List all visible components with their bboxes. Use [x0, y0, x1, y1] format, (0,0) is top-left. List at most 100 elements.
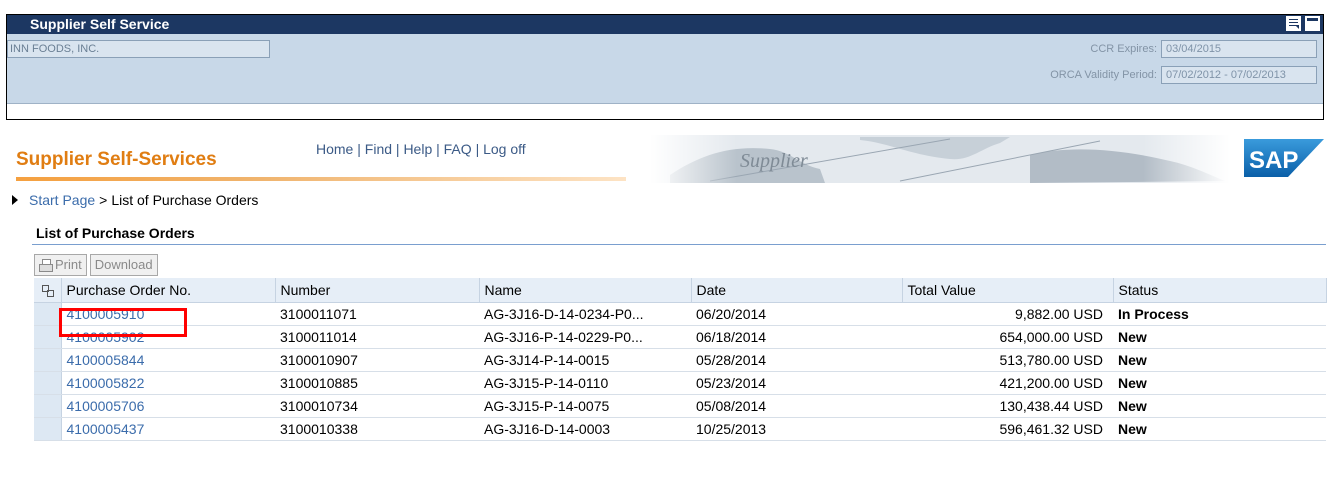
- breadcrumb-separator: >: [99, 192, 108, 208]
- breadcrumb: Start Page > List of Purchase Orders: [12, 192, 258, 208]
- frame-title-bar: Supplier Self Service: [7, 15, 1323, 34]
- name-cell: AG-3J15-P-14-0110: [479, 371, 691, 395]
- po-cell: 4100005706: [61, 394, 275, 418]
- minimize-icon[interactable]: [1305, 16, 1320, 31]
- row-selector[interactable]: [34, 325, 62, 349]
- purchase-orders-table: Purchase Order No. Number Name Date Tota…: [34, 278, 1327, 441]
- header-status[interactable]: Status: [1113, 278, 1327, 303]
- print-label: Print: [55, 257, 82, 272]
- name-cell: AG-3J15-P-14-0075: [479, 394, 691, 418]
- date-cell: 05/23/2014: [691, 371, 902, 395]
- brand-underline: [16, 177, 626, 181]
- po-link[interactable]: 4100005844: [67, 352, 145, 368]
- sap-logo-text: SAP: [1249, 147, 1298, 174]
- header-name[interactable]: Name: [479, 278, 692, 303]
- app-root: Supplier Self Service INN FOODS, INC. CC…: [0, 0, 1330, 479]
- vendor-name-field: INN FOODS, INC.: [7, 40, 270, 58]
- po-cell: 4100005902: [61, 325, 275, 349]
- section-title: List of Purchase Orders: [36, 225, 195, 241]
- number-cell: 3100010338: [275, 417, 479, 441]
- po-link[interactable]: 4100005902: [67, 329, 145, 345]
- name-cell: AG-3J16-P-14-0229-P0...: [479, 325, 691, 349]
- vendor-info-area: INN FOODS, INC. CCR Expires: 03/04/2015 …: [7, 34, 1323, 119]
- section-divider: [32, 244, 1326, 245]
- nav-faq-link[interactable]: FAQ: [444, 141, 472, 157]
- po-cell: 4100005822: [61, 371, 275, 395]
- row-selector[interactable]: [34, 417, 62, 441]
- frame-title: Supplier Self Service: [30, 16, 170, 32]
- orca-value-field: 07/02/2012 - 07/02/2013: [1161, 66, 1317, 84]
- total-value-cell: 421,200.00 USD: [902, 371, 1113, 395]
- header-total-value[interactable]: Total Value: [902, 278, 1114, 303]
- header-po-no[interactable]: Purchase Order No.: [61, 278, 276, 303]
- table-row: 4100005910 3100011071 AG-3J16-D-14-0234-…: [34, 302, 1326, 326]
- breadcrumb-start-page-link[interactable]: Start Page: [29, 192, 95, 208]
- nav-home-link[interactable]: Home: [316, 141, 353, 157]
- nav-separator: |: [357, 141, 361, 157]
- ccr-expires: CCR Expires: 03/04/2015: [1090, 40, 1317, 58]
- table-row: 4100005437 3100010338 AG-3J16-D-14-0003 …: [34, 417, 1326, 441]
- portal-header: Supplier Self-Services Home | Find | Hel…: [0, 135, 1330, 183]
- nav-logoff-link[interactable]: Log off: [483, 141, 526, 157]
- printer-icon: [39, 258, 53, 272]
- total-value-cell: 654,000.00 USD: [902, 325, 1113, 349]
- total-value-cell: 596,461.32 USD: [902, 417, 1113, 441]
- table-toolbar: Print Download: [34, 254, 158, 276]
- row-selector[interactable]: [34, 394, 62, 418]
- status-cell: In Process: [1113, 302, 1326, 326]
- name-cell: AG-3J14-P-14-0015: [479, 348, 691, 372]
- po-cell: 4100005844: [61, 348, 275, 372]
- nav-separator: |: [395, 141, 400, 157]
- total-value-cell: 130,438.44 USD: [902, 394, 1113, 418]
- row-selector[interactable]: [34, 348, 62, 372]
- number-cell: 3100010907: [275, 348, 479, 372]
- supplier-self-service-frame: Supplier Self Service INN FOODS, INC. CC…: [6, 14, 1324, 120]
- row-selector[interactable]: [34, 371, 62, 395]
- select-all-icon: [41, 284, 55, 297]
- status-cell: New: [1113, 371, 1326, 395]
- table-row: 4100005706 3100010734 AG-3J15-P-14-0075 …: [34, 394, 1326, 418]
- table-row: 4100005822 3100010885 AG-3J15-P-14-0110 …: [34, 371, 1326, 395]
- status-cell: New: [1113, 417, 1326, 441]
- breadcrumb-triangle-icon: [12, 195, 18, 205]
- date-cell: 05/08/2014: [691, 394, 902, 418]
- status-cell: New: [1113, 348, 1326, 372]
- nav-find-link[interactable]: Find: [365, 141, 392, 157]
- status-cell: New: [1113, 394, 1326, 418]
- po-cell: 4100005910: [61, 302, 275, 326]
- table-header-row: Purchase Order No. Number Name Date Tota…: [34, 278, 1327, 303]
- ccr-label: CCR Expires:: [1090, 43, 1157, 55]
- window-controls: [1286, 16, 1320, 31]
- po-link[interactable]: 4100005437: [67, 421, 145, 437]
- po-link[interactable]: 4100005822: [67, 375, 145, 391]
- nav-help-link[interactable]: Help: [403, 141, 432, 157]
- po-link[interactable]: 4100005706: [67, 398, 145, 414]
- frame-bottom-strip: [7, 103, 1323, 119]
- table-row: 4100005844 3100010907 AG-3J14-P-14-0015 …: [34, 348, 1326, 372]
- breadcrumb-current: List of Purchase Orders: [111, 192, 259, 208]
- header-date[interactable]: Date: [691, 278, 903, 303]
- brand-title: Supplier Self-Services: [16, 149, 217, 170]
- nav-separator: |: [436, 141, 440, 157]
- download-button[interactable]: Download: [89, 254, 158, 276]
- header-number[interactable]: Number: [275, 278, 480, 303]
- name-cell: AG-3J16-D-14-0003: [479, 417, 691, 441]
- select-all-header[interactable]: [34, 278, 62, 303]
- ccr-value-field: 03/04/2015: [1161, 40, 1317, 58]
- total-value-cell: 513,780.00 USD: [902, 348, 1113, 372]
- nav-separator: |: [475, 141, 480, 157]
- sap-logo: SAP: [1244, 139, 1324, 177]
- row-selector[interactable]: [34, 302, 62, 326]
- menu-icon[interactable]: [1286, 16, 1301, 31]
- po-link[interactable]: 4100005910: [67, 306, 145, 322]
- date-cell: 10/25/2013: [691, 417, 902, 441]
- total-value-cell: 9,882.00 USD: [902, 302, 1113, 326]
- number-cell: 3100010734: [275, 394, 479, 418]
- date-cell: 05/28/2014: [691, 348, 902, 372]
- print-button[interactable]: Print: [34, 254, 87, 276]
- date-cell: 06/20/2014: [691, 302, 902, 326]
- number-cell: 3100011071: [275, 302, 479, 326]
- orca-label: ORCA Validity Period:: [1050, 69, 1157, 81]
- po-cell: 4100005437: [61, 417, 275, 441]
- top-navigation: Home | Find | Help | FAQ | Log off: [316, 141, 526, 157]
